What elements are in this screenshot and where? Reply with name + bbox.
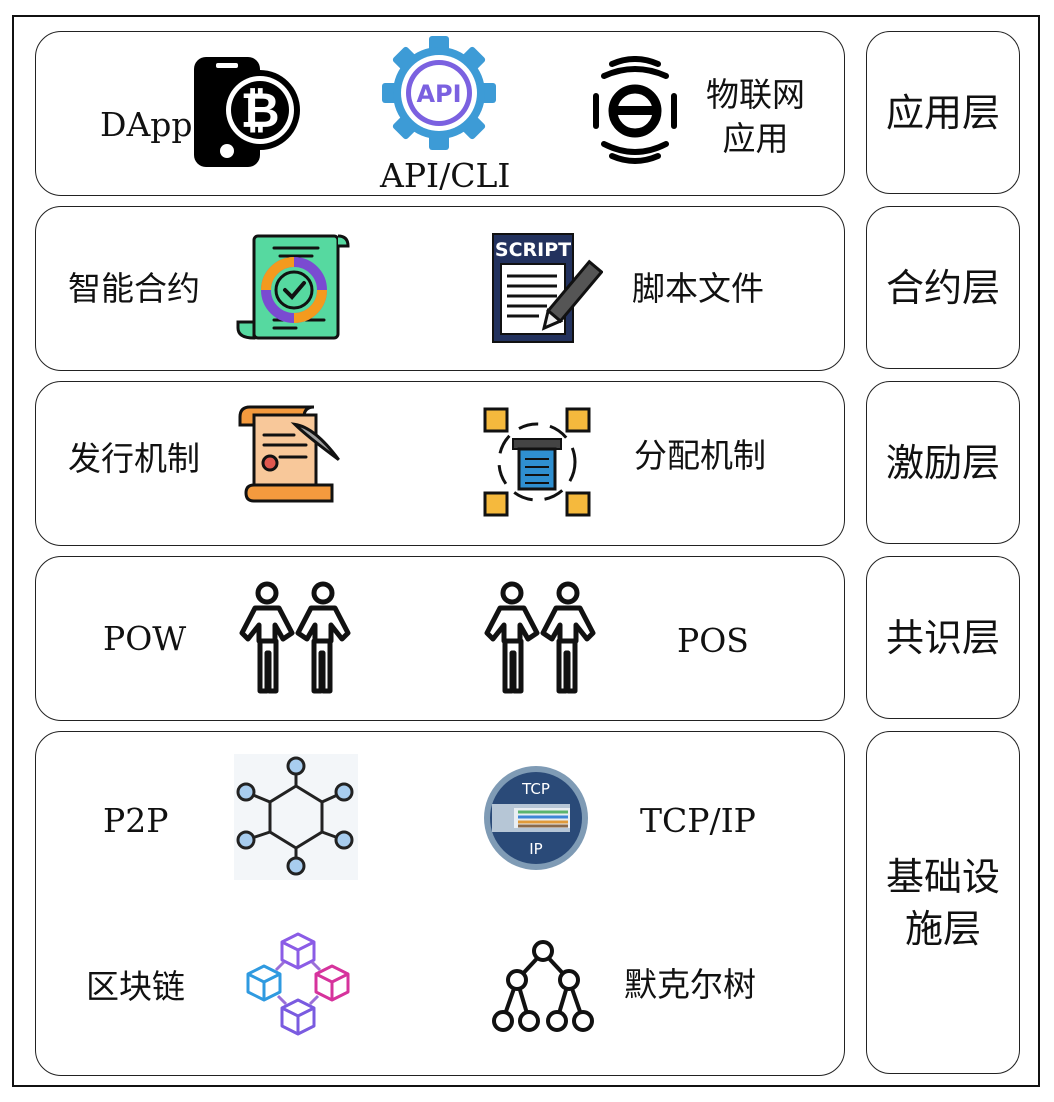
dapp-label: DApp	[100, 105, 193, 144]
api-gear-icon: API	[380, 34, 498, 152]
bitcoin-phone-icon: ₿	[192, 55, 304, 169]
pow-label: POW	[103, 619, 187, 658]
distribution-boxes-icon	[483, 407, 591, 517]
script-file-label: 脚本文件	[632, 269, 764, 308]
tcp-ip-cable-icon: TCP IP	[482, 764, 590, 872]
p2p-network-icon	[234, 754, 358, 880]
layer-tag-application: 应用层	[866, 31, 1020, 194]
ip-icon-text: IP	[529, 840, 542, 858]
pos-label: POS	[677, 621, 749, 660]
layer-tag-infrastructure: 基础设 施层	[866, 731, 1020, 1074]
iot-application-label: 物联网 应用	[706, 75, 805, 158]
handshake-people-icon-pow	[238, 581, 352, 696]
merkle-tree-label: 默克尔树	[624, 965, 756, 1004]
merkle-tree-icon	[491, 940, 595, 1034]
tcp-icon-text: TCP	[521, 780, 550, 798]
iot-icon	[590, 56, 680, 166]
svg-text:₿: ₿	[240, 83, 279, 139]
layer-tag-incentive: 激励层	[866, 381, 1020, 544]
api-icon-text: API	[416, 80, 461, 108]
smart-contract-label: 智能合约	[68, 269, 200, 308]
issuance-scroll-icon	[236, 405, 356, 505]
handshake-people-icon-pos	[483, 581, 597, 696]
script-file-icon: SCRIPT	[491, 232, 603, 344]
layer-tag-consensus: 共识层	[866, 556, 1020, 719]
api-cli-label: API/CLI	[380, 156, 511, 195]
layer-tag-contract: 合约层	[866, 206, 1020, 369]
issuance-mechanism-label: 发行机制	[68, 439, 200, 478]
blockchain-cubes-icon	[242, 930, 354, 1040]
smart-contract-icon	[236, 232, 352, 342]
p2p-label: P2P	[103, 801, 169, 840]
infrastructure-layer-panel	[35, 731, 845, 1076]
blockchain-label: 区块链	[86, 967, 185, 1006]
tcp-ip-label: TCP/IP	[640, 801, 756, 840]
script-icon-text: SCRIPT	[495, 239, 571, 261]
distribution-mechanism-label: 分配机制	[634, 436, 766, 475]
